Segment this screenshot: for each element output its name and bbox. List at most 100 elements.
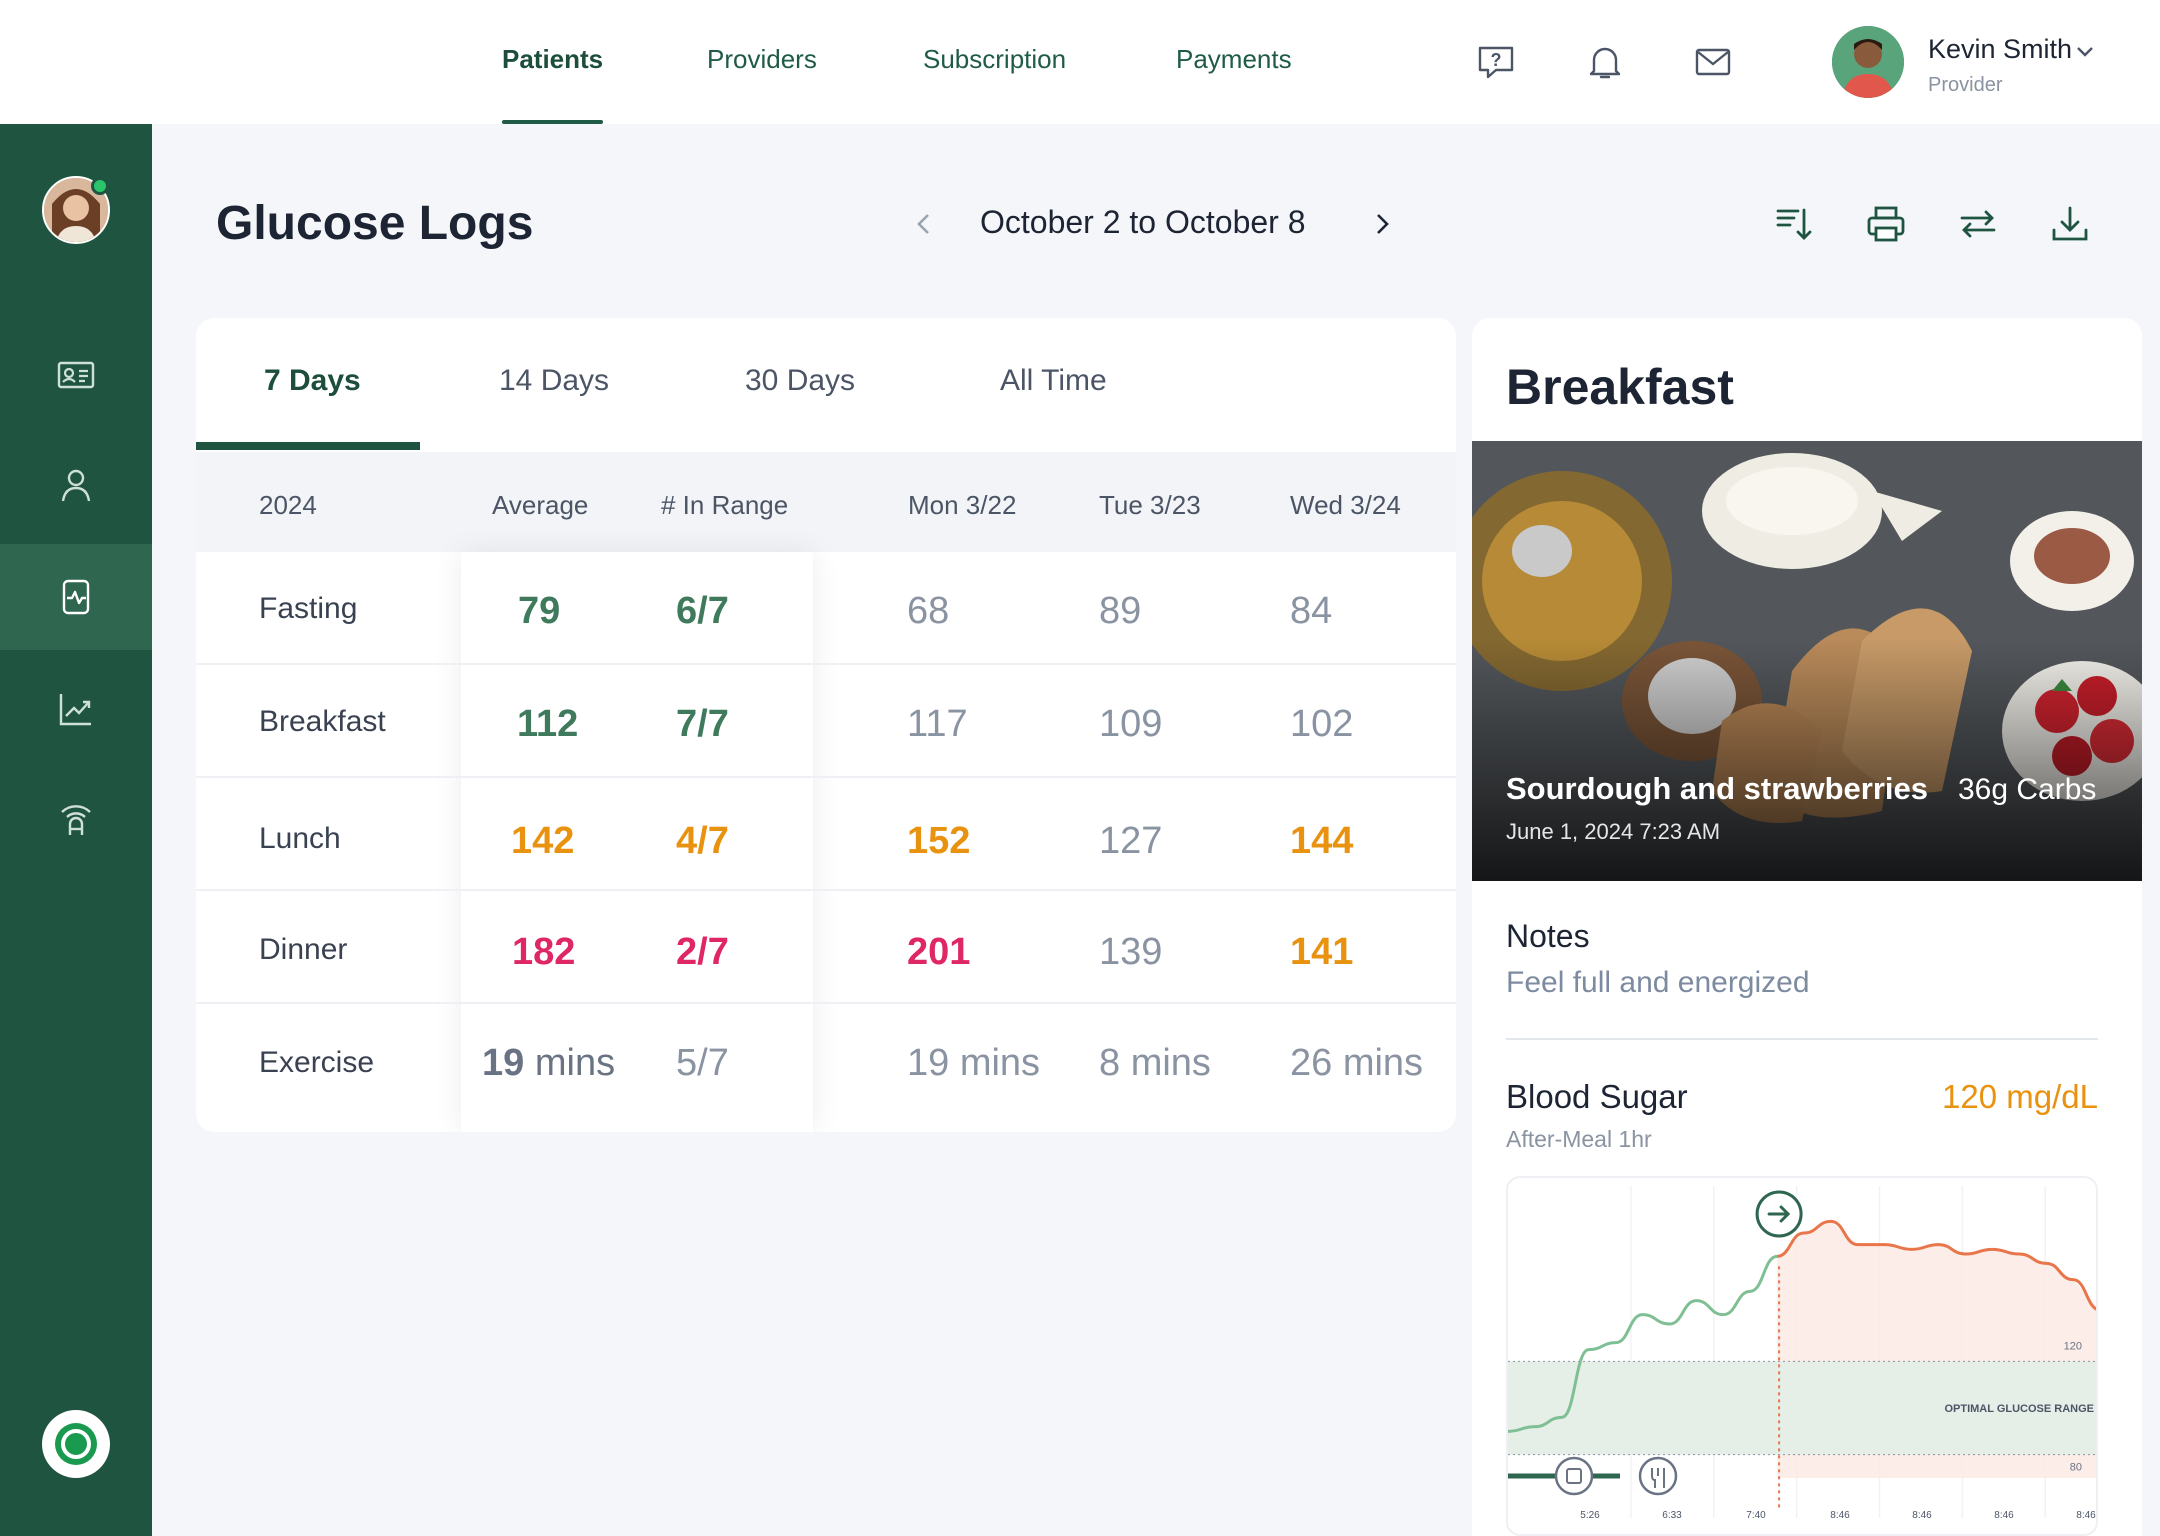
col-year: 2024 <box>259 490 317 520</box>
sidebar <box>0 124 152 1536</box>
tue-value: 89 <box>1099 590 1142 632</box>
top-bar: Patients Providers Subscription Payments… <box>0 0 2160 124</box>
average-unit: mins <box>534 1042 616 1084</box>
in-range-value: 7/7 <box>676 703 729 745</box>
divider <box>1506 1038 2098 1040</box>
table-header: 2024 Average # In Range Mon 3/22 Tue 3/2… <box>196 452 1456 552</box>
mon-value: 201 <box>907 931 971 973</box>
print-icon[interactable] <box>1864 202 1908 246</box>
mon-value: 19 mins <box>907 1042 1041 1084</box>
online-status-dot <box>91 177 109 195</box>
meal-carbs: 36g Carbs <box>1958 773 2097 806</box>
col-in-range[interactable]: # In Range <box>661 490 788 521</box>
notes-text: Feel full and energized <box>1506 966 1810 999</box>
glucose-chart-svg[interactable]: 120 80 OPTIMAL GLUCOSE RANGE 5:26 6:33 7:40 8:… <box>1508 1178 2098 1536</box>
user-icon <box>56 465 96 505</box>
blood-sugar-value: 120 mg/dL <box>1942 1078 2098 1115</box>
average-value: 19 mins <box>482 1042 615 1085</box>
tab-30-days[interactable]: 30 Days <box>745 364 855 398</box>
tab-subscription[interactable]: Subscription <box>923 44 1066 124</box>
tue-value: 139 <box>1099 931 1163 973</box>
x-tick-label: 8:46 <box>2076 1510 2096 1521</box>
row-label: Dinner <box>259 933 348 966</box>
sort-icon[interactable] <box>1772 202 1816 246</box>
avatar[interactable] <box>1832 26 1904 98</box>
swap-icon[interactable] <box>1956 202 2000 246</box>
download-icon[interactable] <box>2048 202 2092 246</box>
health-log-icon <box>56 577 96 617</box>
table-row[interactable]: Exercise 19 mins 5/7 19 mins 8 mins 26 m… <box>196 1004 1456 1117</box>
col-tue[interactable]: Tue 3/23 <box>1099 490 1201 521</box>
x-tick-label: 8:46 <box>1912 1510 1932 1521</box>
prev-week-button[interactable] <box>908 208 940 240</box>
notes-heading: Notes <box>1506 918 1590 954</box>
table-row[interactable]: Breakfast 112 7/7 117 109 102 <box>196 665 1456 778</box>
blood-sugar-subtitle: After-Meal 1hr <box>1506 1126 1652 1152</box>
wed-value: 144 <box>1290 820 1354 862</box>
in-range-value: 5/7 <box>676 1042 729 1084</box>
wed-value: 84 <box>1290 590 1333 632</box>
row-label: Fasting <box>259 592 358 625</box>
user-name[interactable]: Kevin Smith <box>1928 34 2072 65</box>
sidebar-item-trends[interactable] <box>0 656 152 762</box>
row-label: Breakfast <box>259 705 386 738</box>
tab-7-days[interactable]: 7 Days <box>264 364 361 398</box>
mon-value: 117 <box>907 703 968 745</box>
tab-providers[interactable]: Providers <box>707 44 817 124</box>
x-tick-label: 6:33 <box>1662 1510 1682 1521</box>
chevron-down-icon[interactable] <box>2074 40 2096 62</box>
meal-name: Sourdough and strawberries <box>1506 771 1929 806</box>
col-average[interactable]: Average <box>492 490 588 521</box>
meal-title: Breakfast <box>1506 359 1734 415</box>
wed-value: 26 mins <box>1290 1042 1424 1084</box>
x-tick-label: 8:46 <box>1830 1510 1850 1521</box>
in-range-value: 6/7 <box>676 590 729 632</box>
active-tab-indicator <box>196 442 420 450</box>
row-label: Exercise <box>259 1046 375 1079</box>
wed-value: 141 <box>1290 931 1354 973</box>
average-value: 142 <box>511 820 575 862</box>
table-row[interactable]: Fasting 79 6/7 68 89 84 <box>196 552 1456 665</box>
tab-payments[interactable]: Payments <box>1176 44 1292 124</box>
band-label: OPTIMAL GLUCOSE RANGE <box>1944 1403 2094 1415</box>
sidebar-item-user[interactable] <box>0 432 152 538</box>
help-icon[interactable]: ? <box>1476 42 1516 82</box>
mail-icon[interactable] <box>1693 42 1733 82</box>
page-title: Glucose Logs <box>216 197 534 250</box>
x-tick-label: 5:26 <box>1580 1510 1600 1521</box>
in-range-value: 2/7 <box>676 931 729 973</box>
mon-value: 68 <box>907 590 950 632</box>
tue-value: 8 mins <box>1099 1042 1211 1084</box>
blood-sugar-heading: Blood Sugar <box>1506 1078 1688 1115</box>
meal-detail-panel: Breakfast Sourdough and strawberries 36g… <box>1472 318 2142 1536</box>
sidebar-item-device[interactable] <box>0 766 152 872</box>
sidebar-item-profile-card[interactable] <box>0 322 152 428</box>
range-label-120: 120 <box>2064 1340 2082 1352</box>
average-number: 19 <box>482 1042 525 1084</box>
tue-value: 109 <box>1099 703 1163 745</box>
next-week-button[interactable] <box>1366 208 1398 240</box>
svg-text:?: ? <box>1491 50 1502 70</box>
app-logo[interactable] <box>42 1410 110 1478</box>
average-value: 79 <box>518 590 561 632</box>
id-card-icon <box>56 355 96 395</box>
trend-chart-icon <box>56 689 96 729</box>
wifi-device-icon <box>56 799 96 839</box>
tab-14-days[interactable]: 14 Days <box>499 364 609 398</box>
sidebar-item-health-log[interactable] <box>0 544 152 650</box>
col-mon[interactable]: Mon 3/22 <box>908 490 1016 521</box>
date-range: October 2 to October 8 <box>980 204 1306 240</box>
col-wed[interactable]: Wed 3/24 <box>1290 490 1401 521</box>
tab-all-time[interactable]: All Time <box>1000 364 1107 398</box>
device-marker <box>1554 1456 1594 1496</box>
mon-value: 152 <box>907 820 971 862</box>
table-row[interactable]: Dinner 182 2/7 201 139 141 <box>196 891 1456 1004</box>
row-label: Lunch <box>259 822 341 855</box>
meal-datetime: June 1, 2024 7:23 AM <box>1506 819 1721 844</box>
glucose-chart[interactable]: 120 80 OPTIMAL GLUCOSE RANGE 5:26 6:33 7:40 8:… <box>1506 1176 2098 1536</box>
meal-photo[interactable]: Sourdough and strawberries 36g Carbs Jun… <box>1472 441 2142 881</box>
bell-icon[interactable] <box>1585 42 1625 82</box>
in-range-value: 4/7 <box>676 820 729 862</box>
table-row[interactable]: Lunch 142 4/7 152 127 144 <box>196 778 1456 891</box>
tab-patients[interactable]: Patients <box>502 44 604 124</box>
